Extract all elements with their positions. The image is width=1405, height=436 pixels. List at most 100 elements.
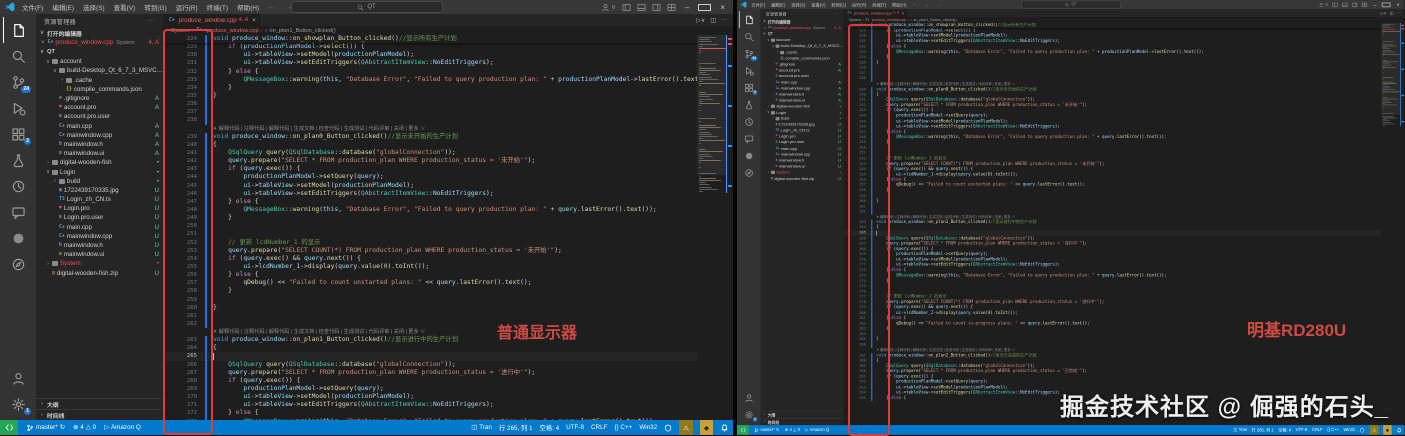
warning-chip[interactable]: ⚠: [1369, 425, 1379, 435]
more-actions-button[interactable]: ···: [1397, 11, 1401, 15]
assistant-icon[interactable]: [739, 147, 759, 164]
toggle-secondary-sidebar-icon[interactable]: [1352, 2, 1358, 8]
warning-chip[interactable]: ⚠: [679, 420, 693, 435]
assistant-chip[interactable]: ◆: [700, 420, 713, 435]
minimap[interactable]: [697, 35, 728, 420]
indentation[interactable]: 空格: 4: [1278, 427, 1291, 433]
minimap-slider[interactable]: [1381, 22, 1401, 115]
customize-layout-icon[interactable]: [1361, 2, 1367, 8]
split-editor-button[interactable]: ◫: [710, 17, 716, 24]
cursor-position[interactable]: 行 265, 列 1: [499, 423, 533, 432]
nav-back-icon[interactable]: ←: [925, 2, 929, 7]
run-debug-icon[interactable]: [739, 62, 759, 79]
tree-item[interactable]: ∨ build-Desktop_Qt_6_7_3_MSVC2022_64bit-D…: [36, 66, 163, 75]
testing-icon[interactable]: [739, 96, 759, 113]
tree-item[interactable]: ≡ Login.pro.user U: [36, 213, 163, 222]
panel-section-0[interactable]: › 大纲: [760, 410, 844, 418]
settings-gear-icon[interactable]: 1: [3, 391, 33, 417]
amazon-q-status[interactable]: ▷ Amazon Q: [104, 424, 141, 431]
tree-item[interactable]: ≡ account.pro.user: [36, 112, 163, 121]
remote-indicator[interactable]: [0, 420, 18, 435]
toggle-sidebar-icon[interactable]: [1332, 2, 1338, 8]
menu-3[interactable]: 查看(V): [810, 1, 827, 8]
menu-0[interactable]: 文件(F): [20, 2, 45, 12]
menu-6[interactable]: 终端(T): [871, 1, 888, 8]
security-status[interactable]: [664, 424, 672, 432]
tree-item[interactable]: › digital-wooden-fish •: [36, 158, 163, 167]
history-icon[interactable]: [3, 173, 33, 199]
split-editor-button[interactable]: ◫: [1390, 11, 1394, 15]
minimize-button[interactable]: –: [1371, 2, 1378, 8]
compass-icon[interactable]: [3, 251, 33, 277]
account-avatar[interactable]: ∨: [1318, 2, 1328, 8]
menu-1[interactable]: 编辑(E): [50, 2, 76, 12]
menu-7[interactable]: 帮助(H): [891, 1, 908, 8]
tree-item[interactable]: ≡ mainwindow.ui A: [36, 149, 163, 158]
minimap[interactable]: [1381, 22, 1402, 426]
account-icon[interactable]: [739, 389, 759, 406]
menu-2[interactable]: 选择(S): [790, 1, 807, 8]
panel-section-0[interactable]: › 大纲: [36, 398, 163, 409]
remote-indicator[interactable]: [737, 425, 749, 435]
breadcrumb-item-2[interactable]: on_plan1_Button_clicked(): [269, 28, 335, 34]
menu-4[interactable]: 转到(G): [830, 1, 847, 8]
tab-close-icon[interactable]: ×: [252, 17, 256, 24]
status-tran[interactable]: ◫ Tran: [471, 424, 492, 431]
tree-item[interactable]: ≡ mainwindow.ui U: [36, 250, 163, 259]
tree-item[interactable]: › System •: [36, 259, 163, 268]
eol[interactable]: CRLF: [1312, 428, 1323, 433]
tree-item[interactable]: C+ mainwindow.cpp U: [36, 232, 163, 241]
testing-icon[interactable]: [3, 147, 33, 173]
tree-item[interactable]: C+ mainwindow.cpp A: [36, 131, 163, 140]
run-debug-icon[interactable]: [3, 95, 33, 121]
more-actions-button[interactable]: ···: [721, 17, 727, 23]
language-mode[interactable]: {} C++: [614, 424, 632, 431]
tree-item[interactable]: ⊘ .gitignore A: [36, 94, 163, 103]
cursor-position[interactable]: 行 265, 列 1: [1252, 427, 1274, 433]
source-control-icon[interactable]: 24: [3, 69, 33, 95]
chat-icon[interactable]: [3, 199, 33, 225]
explorer-icon[interactable]: [2, 17, 34, 43]
sidebar-more-icon[interactable]: ···: [834, 12, 839, 16]
assistant-chip[interactable]: ◆: [1383, 425, 1392, 435]
compass-icon[interactable]: [739, 164, 759, 181]
problems-status[interactable]: ⊗ 4 △ 0: [73, 424, 96, 431]
codelens-actions[interactable]: ✦ 解释代码 | 注释代码 | 解释代码 | 生成文档 | 检查代码 | 生成测…: [213, 125, 425, 133]
minimap-slider[interactable]: [697, 35, 727, 175]
tab-produce-window-cpp[interactable]: C+ produce_window.cpp 4, A ×: [163, 14, 262, 26]
menu-6[interactable]: 终端(T): [205, 2, 230, 12]
notifications-bell[interactable]: [720, 423, 729, 432]
tree-item[interactable]: TS Login_zh_CN.ts U: [36, 195, 163, 204]
tree-item[interactable]: h mainwindow.h A: [36, 140, 163, 149]
open-editors-header[interactable]: ∨ 打开的编辑器: [36, 28, 163, 38]
history-icon[interactable]: [739, 113, 759, 130]
codelens-actions[interactable]: ✦ 解释代码 | 注释代码 | 解释代码 | 生成文档 | 检查代码 | 生成测…: [213, 328, 425, 336]
notifications-bell[interactable]: [1396, 427, 1402, 433]
close-icon[interactable]: ×: [763, 26, 768, 31]
breadcrumb-item-1[interactable]: produce_window.cpp: [206, 28, 258, 34]
source-control-icon[interactable]: 24: [739, 45, 759, 62]
language-mode[interactable]: {} C++: [1327, 428, 1339, 433]
tree-item[interactable]: C+ main.cpp U: [36, 223, 163, 232]
chat-icon[interactable]: [739, 130, 759, 147]
indentation[interactable]: 空格: 4: [540, 423, 560, 432]
tree-item[interactable]: h mainwindow.h U: [36, 241, 163, 250]
tree-item[interactable]: ▤ digital-wooden-fish.zip U: [36, 269, 163, 278]
workspace-root-header[interactable]: ∨ QT: [36, 47, 163, 57]
branch-status[interactable]: master* ↻: [26, 424, 65, 432]
search-icon[interactable]: [3, 43, 33, 69]
overview-ruler[interactable]: [1400, 22, 1405, 426]
account-icon[interactable]: [3, 365, 33, 391]
platform[interactable]: Win32: [1343, 428, 1355, 433]
toggle-secondary-sidebar-icon[interactable]: [652, 3, 661, 12]
sidebar-more-icon[interactable]: ···: [148, 18, 155, 24]
close-button[interactable]: ×: [1394, 2, 1401, 8]
command-center[interactable]: QT: [290, 1, 443, 13]
minimize-button[interactable]: –: [682, 3, 692, 12]
amazon-q-status[interactable]: ▷ Amazon Q: [805, 428, 829, 433]
open-editor-item[interactable]: × C+ produce_window.cpp System 4, A: [36, 38, 163, 47]
tree-item[interactable]: {} compile_commands.json: [36, 85, 163, 94]
breadcrumb-item-0[interactable]: System: [849, 18, 861, 22]
panel-section-1[interactable]: › 时间线: [36, 409, 163, 420]
assistant-icon[interactable]: [3, 225, 33, 251]
